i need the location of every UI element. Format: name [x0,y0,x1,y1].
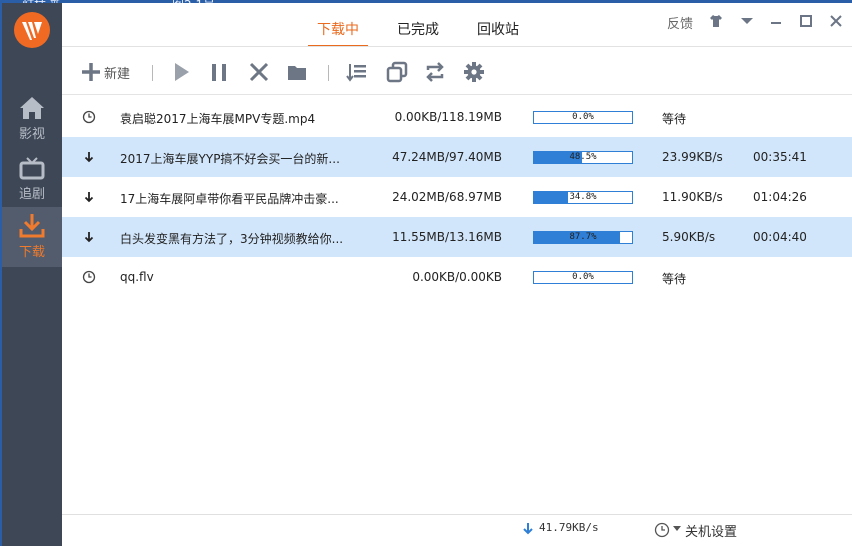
chevron-down-icon[interactable] [673,526,681,532]
shutdown-settings-button[interactable]: 关机设置 [685,521,737,540]
app-window: 影视 追剧 下载 下载中 已完成 回收站 反馈 新建 袁启聪2017上海车展MP… [2,3,852,546]
toolbar-separator [328,65,329,81]
download-size: 0.00KB/118.19MB [394,110,502,124]
download-name: 17上海车展阿卓带你看平民品牌冲击豪... [120,192,339,206]
download-row[interactable]: 17上海车展阿卓带你看平民品牌冲击豪... 24.02MB/68.97MB 34… [62,177,852,217]
maximize-icon[interactable] [798,13,814,29]
down-arrow-icon [84,152,94,163]
sidebar-item-label: 影视 [18,127,45,142]
list-sort-icon[interactable] [346,61,368,83]
skin-icon[interactable] [708,13,724,29]
download-speed: 等待 [662,112,687,126]
download-speed-icon [523,523,533,535]
progress-text: 0.0% [572,112,594,122]
download-time-left: 00:35:41 [753,150,807,164]
download-name: qq.flv [120,270,154,284]
delete-icon[interactable] [248,61,270,83]
toolbar-separator [152,65,153,81]
progress-text: 87.7% [569,232,597,242]
status-divider [62,514,852,515]
clock-icon [82,110,96,124]
download-time-left: 01:04:26 [753,190,807,204]
tab-completed[interactable]: 已完成 [388,19,448,45]
sidebar-item-label: 下载 [18,245,45,260]
new-task-label: 新建 [104,67,131,82]
progress-bar: 87.7% [533,231,633,244]
tv-icon [19,157,45,180]
plus-icon [82,63,100,81]
download-speed: 23.99KB/s [662,150,723,164]
download-size: 47.24MB/97.40MB [392,150,502,164]
logo-icon [22,22,42,40]
pause-icon[interactable] [208,61,230,83]
progress-text: 48.5% [569,152,597,162]
sidebar-item-downloads[interactable]: 下载 [2,207,62,267]
sidebar-item-movies[interactable]: 影视 [2,89,62,149]
progress-bar: 48.5% [533,151,633,164]
progress-text: 0.0% [572,272,594,282]
progress-bar: 0.0% [533,271,633,284]
sidebar-item-series[interactable]: 追剧 [2,149,62,209]
menu-dropdown-icon[interactable] [739,13,755,29]
toolbar-divider [62,94,852,95]
copy-link-icon[interactable] [386,61,408,83]
total-download-speed: 41.79KB/s [539,521,599,534]
settings-gear-icon[interactable] [463,61,485,83]
download-name: 白头发变黑有方法了，3分钟视频教给你... [120,232,344,246]
download-time-left: 00:04:40 [753,230,807,244]
refresh-icon[interactable] [424,61,446,83]
sidebar: 影视 追剧 下载 [2,3,62,546]
progress-bar: 34.8% [533,191,633,204]
minimize-icon[interactable] [768,13,784,29]
shutdown-timer-icon[interactable] [654,522,670,538]
download-speed: 11.90KB/s [662,190,723,204]
down-arrow-icon [84,192,94,203]
download-speed: 等待 [662,272,687,286]
down-arrow-icon [84,232,94,243]
sidebar-item-label: 追剧 [18,187,45,202]
download-row[interactable]: 2017上海车展YYP搞不好会买一台的新... 47.24MB/97.40MB … [62,137,852,177]
new-task-button[interactable]: 新建 [80,61,140,83]
download-name: 2017上海车展YYP搞不好会买一台的新... [120,152,340,166]
clock-icon [82,270,96,284]
tab-recycle-bin[interactable]: 回收站 [468,19,528,45]
toolbar: 新建 [62,47,852,95]
download-row[interactable]: 白头发变黑有方法了，3分钟视频教给你... 11.55MB/13.16MB 87… [62,217,852,257]
app-logo[interactable] [14,12,50,48]
download-icon [19,214,45,238]
download-size: 11.55MB/13.16MB [392,230,502,244]
feedback-link[interactable]: 反馈 [667,13,693,32]
close-icon[interactable] [828,13,844,29]
download-row[interactable]: 袁启聪2017上海车展MPV专题.mp4 0.00KB/118.19MB 0.0… [62,97,852,137]
download-size: 0.00KB/0.00KB [412,270,502,284]
tab-downloading[interactable]: 下载中 [308,19,368,47]
download-size: 24.02MB/68.97MB [392,190,502,204]
download-row[interactable]: qq.flv 0.00KB/0.00KB 0.0% 等待 [62,257,852,297]
download-name: 袁启聪2017上海车展MPV专题.mp4 [120,112,316,126]
tab-bar: 下载中 已完成 回收站 [62,3,852,47]
progress-bar: 0.0% [533,111,633,124]
play-icon[interactable] [170,61,192,83]
download-speed: 5.90KB/s [662,230,716,244]
folder-icon[interactable] [286,61,308,83]
progress-text: 34.8% [569,192,597,202]
home-icon [20,97,44,119]
